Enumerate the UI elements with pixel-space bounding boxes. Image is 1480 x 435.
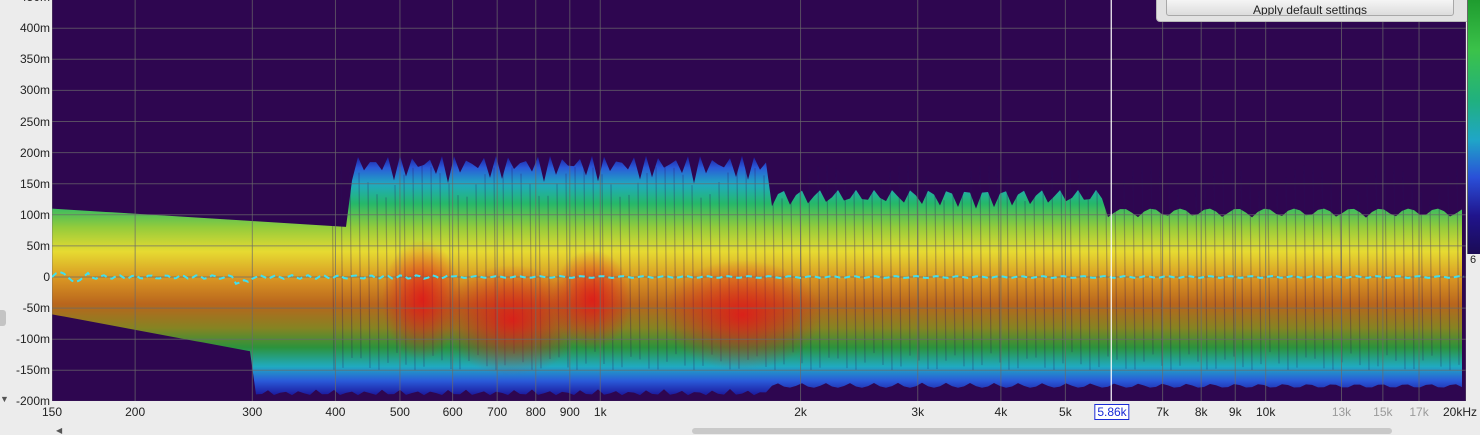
x-tick-label: 10k bbox=[1255, 405, 1276, 419]
x-tick-label: 8k bbox=[1194, 405, 1208, 419]
y-tick-label: 300m bbox=[19, 83, 50, 98]
colorbar-value-label: 6 bbox=[1470, 254, 1477, 266]
x-tick-label: 150 bbox=[41, 405, 63, 419]
x-tick-label: 9k bbox=[1228, 405, 1242, 419]
y-tick-label: 0 bbox=[43, 270, 50, 284]
y-tick-label: 150m bbox=[19, 176, 50, 191]
x-tick-label: 17k bbox=[1409, 405, 1429, 419]
scroll-left-arrow-icon[interactable]: ◀ bbox=[56, 426, 62, 435]
x-tick-label: 200 bbox=[125, 405, 146, 419]
x-tick-label: 600 bbox=[442, 405, 463, 419]
collapse-arrow-icon[interactable]: ▼ bbox=[0, 394, 9, 404]
x-tick-label: 900 bbox=[559, 405, 580, 419]
y-tick-label: 350m bbox=[19, 52, 50, 67]
scrollbar-thumb[interactable] bbox=[692, 428, 1392, 434]
apply-default-settings-button[interactable]: Apply default settings bbox=[1166, 0, 1454, 16]
x-tick-label: 15k bbox=[1373, 405, 1393, 419]
x-tick-label: 700 bbox=[487, 405, 508, 419]
y-tick-label: 200m bbox=[19, 145, 50, 160]
left-panel-handle[interactable] bbox=[0, 310, 6, 326]
scale-colorbar bbox=[1467, 0, 1480, 254]
x-tick-label: 800 bbox=[525, 405, 546, 419]
y-tick-label: 50m bbox=[26, 238, 50, 253]
x-tick-label: 13k bbox=[1331, 405, 1352, 419]
cursor-frequency-label: 5.86k bbox=[1094, 404, 1130, 420]
hot-zone bbox=[552, 250, 632, 350]
x-tick-label: 20kHz bbox=[1442, 405, 1478, 419]
y-tick-label: -150m bbox=[15, 363, 50, 378]
y-tick-label: -50m bbox=[22, 301, 50, 316]
x-tick-label: 400 bbox=[325, 405, 346, 419]
x-tick-label: 3k bbox=[911, 405, 925, 419]
x-tick-label: 500 bbox=[389, 405, 410, 419]
horizontal-scrollbar[interactable] bbox=[52, 424, 1466, 434]
spectrogram-plot[interactable] bbox=[52, 0, 1466, 401]
x-tick-label: 5k bbox=[1059, 405, 1072, 419]
x-tick-label: 2k bbox=[794, 405, 807, 419]
x-tick-label: 4k bbox=[994, 405, 1008, 419]
x-tick-label: 1k bbox=[593, 405, 607, 419]
y-tick-label: 400m bbox=[19, 21, 50, 36]
y-tick-label: 250m bbox=[19, 114, 50, 129]
y-tick-label: -100m bbox=[15, 332, 50, 347]
spectrogram-canvas[interactable] bbox=[52, 0, 1466, 401]
x-tick-label: 7k bbox=[1156, 405, 1169, 419]
y-tick-label: 100m bbox=[19, 207, 50, 222]
x-tick-label: 300 bbox=[242, 405, 263, 419]
y-tick-label: 450m bbox=[0, 0, 50, 3]
settings-panel: Apply default settings bbox=[1156, 0, 1470, 22]
